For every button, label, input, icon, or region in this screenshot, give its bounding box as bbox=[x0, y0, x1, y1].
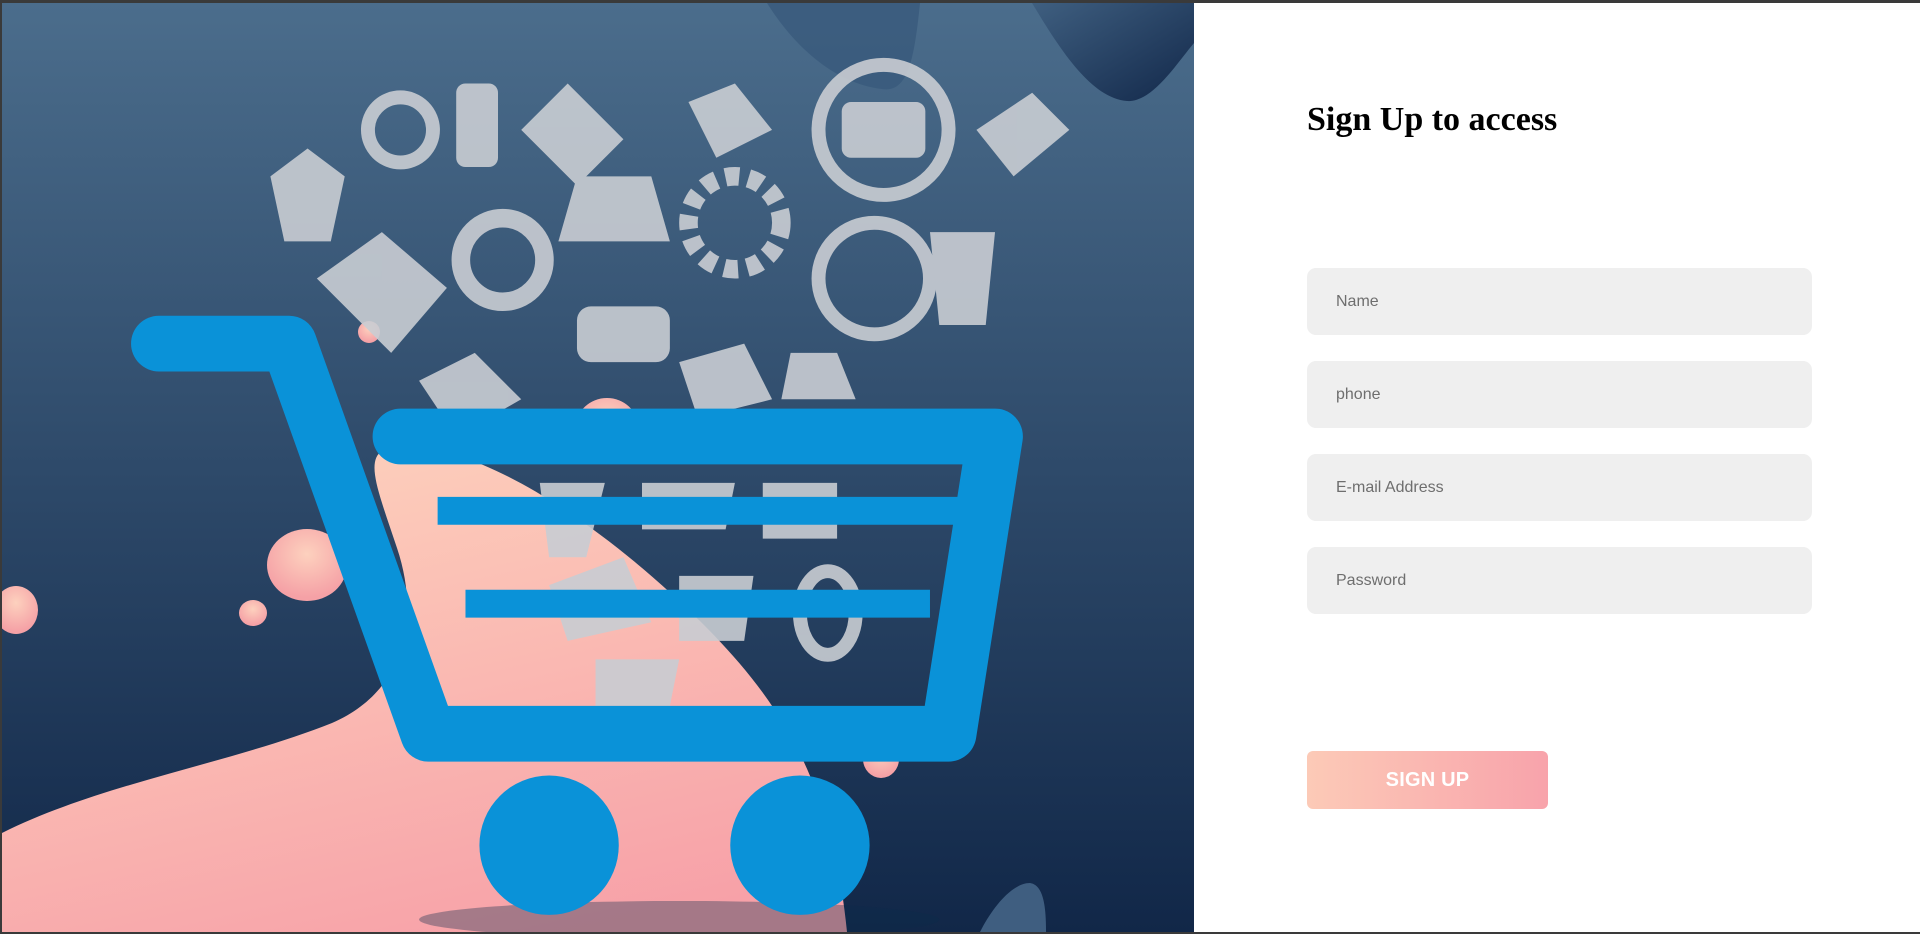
email-input[interactable] bbox=[1307, 454, 1812, 521]
name-input[interactable] bbox=[1307, 268, 1812, 335]
password-input[interactable] bbox=[1307, 547, 1812, 614]
sign-up-button[interactable]: SIGN UP bbox=[1307, 751, 1548, 809]
shopping-cart-logo-icon bbox=[46, 37, 1070, 932]
phone-input[interactable] bbox=[1307, 361, 1812, 428]
signup-title: Sign Up to access bbox=[1307, 101, 1558, 138]
signup-form-panel: Sign Up to access SIGN UP bbox=[1196, 3, 1920, 932]
hero-illustration-panel bbox=[2, 3, 1194, 932]
signup-page: Sign Up to access SIGN UP bbox=[0, 0, 1920, 934]
